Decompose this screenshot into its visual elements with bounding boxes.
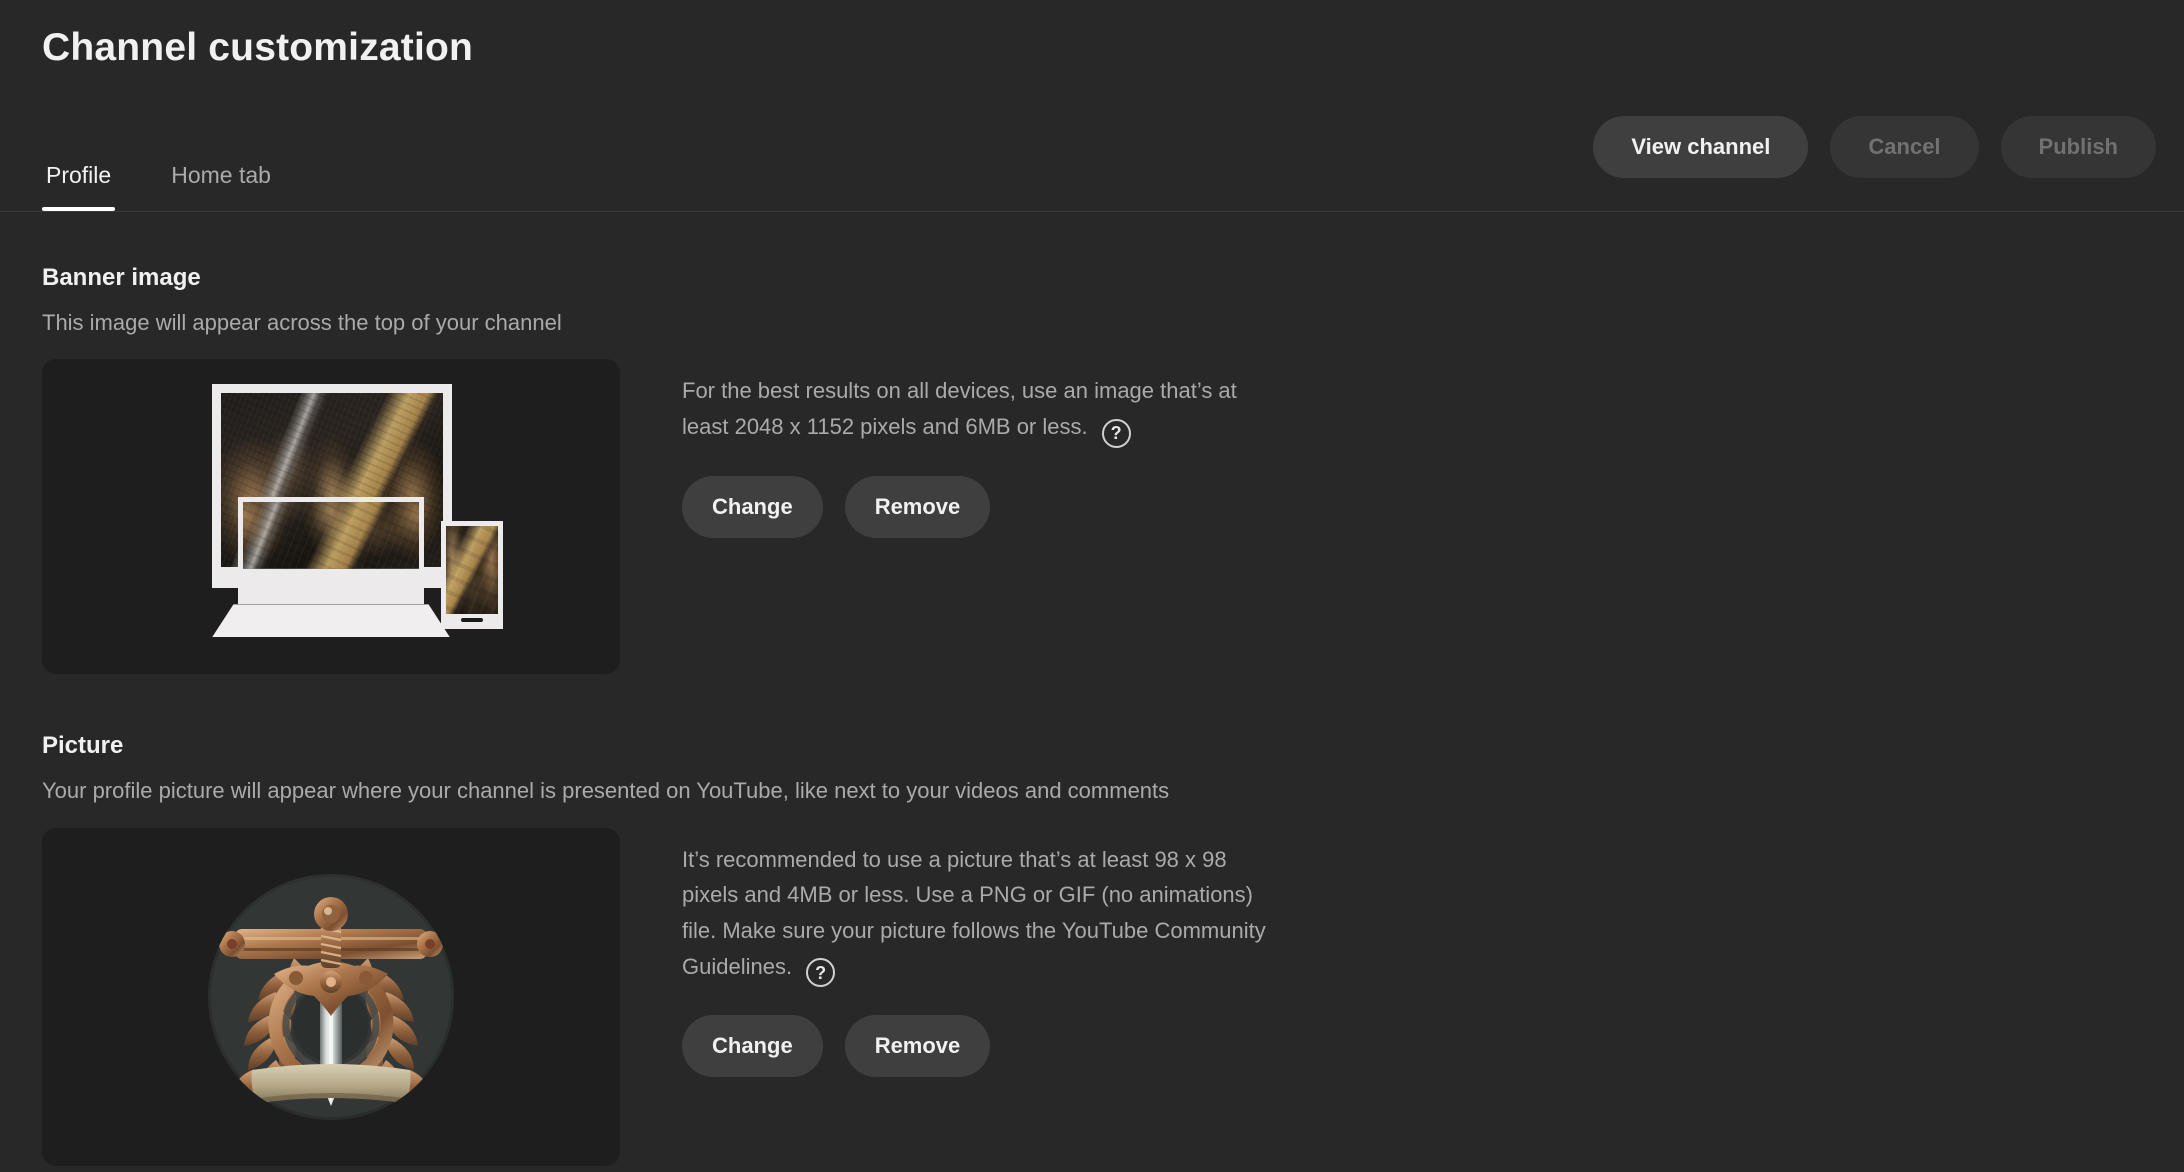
avatar-circle — [208, 873, 454, 1120]
phone-device-icon — [441, 521, 503, 630]
picture-section-body: It’s recommended to use a picture that’s… — [42, 827, 2142, 1166]
laptop-base — [212, 604, 450, 638]
picture-button-row: Change Remove — [682, 1015, 1282, 1078]
banner-section-title: Banner image — [42, 264, 201, 291]
tab-profile-label: Profile — [46, 162, 112, 188]
page-title: Channel customization — [42, 26, 474, 69]
banner-section-subtitle: This image will appear across the top of… — [42, 309, 562, 335]
banner-preview-card — [42, 359, 620, 675]
device-preview-mockup — [42, 359, 620, 674]
profile-picture-preview-card — [42, 827, 620, 1166]
banner-remove-button[interactable]: Remove — [844, 475, 991, 538]
tab-profile[interactable]: Profile — [42, 162, 116, 211]
picture-change-button[interactable]: Change — [682, 1015, 823, 1078]
picture-info-text-wrap: It’s recommended to use a picture that’s… — [682, 842, 1282, 988]
banner-artwork-image-phone — [446, 526, 498, 615]
laptop-device-icon — [212, 497, 450, 638]
content-area: Banner image This image will appear acro… — [0, 264, 2184, 1166]
picture-remove-button[interactable]: Remove — [844, 1015, 991, 1078]
picture-section-title: Picture — [42, 732, 124, 760]
tab-home-tab[interactable]: Home tab — [167, 162, 275, 211]
tab-bar: Profile Home tab — [42, 119, 275, 211]
banner-button-row: Change Remove — [682, 475, 1282, 538]
banner-change-button[interactable]: Change — [682, 475, 823, 538]
help-icon[interactable]: ? — [1101, 418, 1131, 448]
publish-button[interactable]: Publish — [2000, 116, 2156, 178]
banner-artwork-image-laptop — [243, 502, 419, 570]
avatar — [208, 873, 454, 1120]
banner-image-section: Banner image This image will appear acro… — [42, 264, 2142, 675]
picture-section: Picture Your profile picture will appear… — [42, 732, 2142, 1166]
banner-info-column: For the best results on all devices, use… — [682, 359, 1282, 538]
laptop-lid — [238, 497, 424, 605]
help-icon[interactable]: ? — [806, 958, 836, 988]
picture-section-subtitle: Your profile picture will appear where y… — [42, 778, 1170, 804]
page-header: Channel customization Profile Home tab V… — [0, 0, 2184, 212]
picture-info-column: It’s recommended to use a picture that’s… — [682, 828, 1282, 1078]
banner-info-text-wrap: For the best results on all devices, use… — [682, 373, 1282, 448]
banner-info-text: For the best results on all devices, use… — [682, 378, 1237, 440]
banner-section-body: For the best results on all devices, use… — [42, 359, 2142, 675]
phone-home-indicator — [461, 618, 483, 623]
view-channel-button[interactable]: View channel — [1593, 116, 1809, 178]
tab-home-tab-label: Home tab — [171, 162, 271, 188]
laptop-screen — [243, 502, 419, 604]
crest-emblem-icon — [211, 876, 451, 1117]
picture-info-text: It’s recommended to use a picture that’s… — [682, 846, 1266, 979]
phone-screen — [446, 526, 498, 615]
header-actions: View channel Cancel Publish — [1593, 116, 2156, 178]
cancel-button[interactable]: Cancel — [1830, 116, 1979, 178]
